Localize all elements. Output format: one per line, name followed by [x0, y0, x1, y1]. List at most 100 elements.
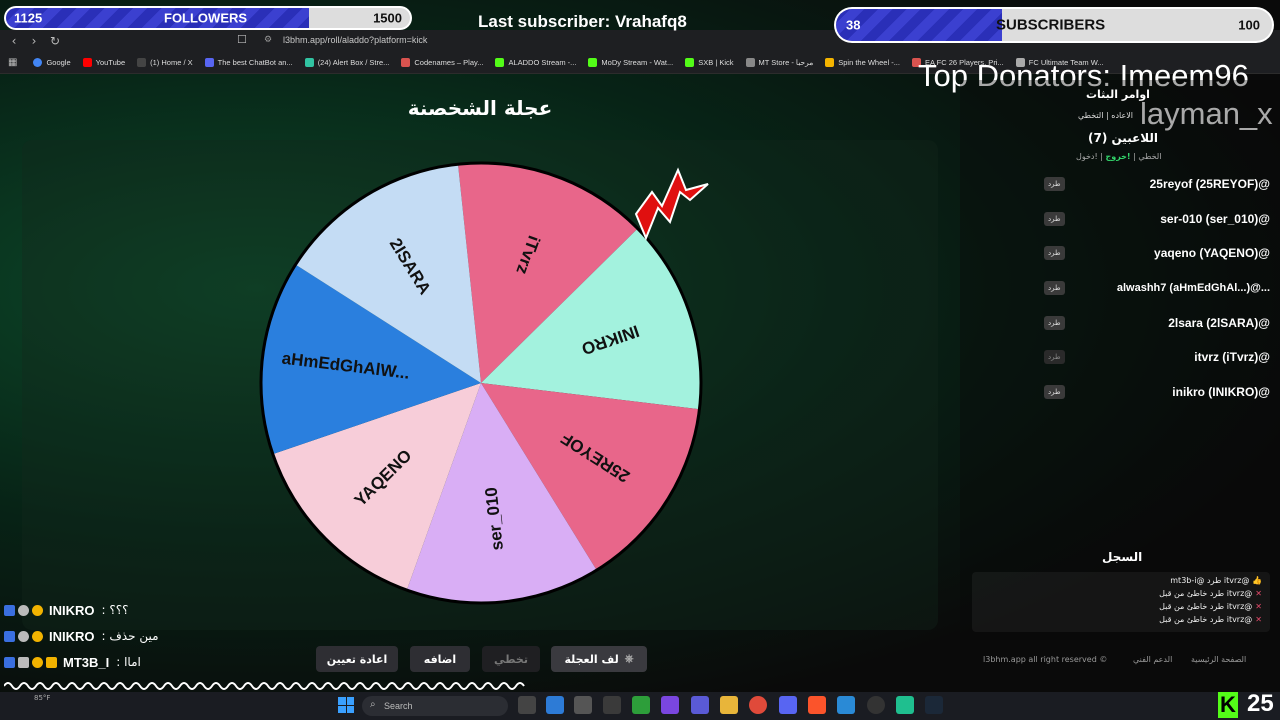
badge-icon: [4, 656, 15, 668]
bookmark-item[interactable]: (24) Alert Box / Stre...: [299, 58, 396, 67]
taskview-icon[interactable]: [518, 696, 536, 714]
folder-icon[interactable]: [720, 696, 738, 714]
kick-button[interactable]: طرد: [1044, 177, 1065, 191]
kick-button[interactable]: طرد: [1044, 246, 1065, 260]
kick-button[interactable]: طرد: [1044, 350, 1065, 364]
weather-widget[interactable]: 85°F: [34, 694, 50, 702]
bookmark-item[interactable]: MoDy Stream - Wat...: [582, 58, 679, 67]
bookmark-favicon-icon: [137, 58, 147, 67]
player-name: ser-010 (ser_010)@: [1160, 212, 1270, 226]
apps-grid-icon[interactable]: ▦: [8, 57, 17, 68]
app-icon[interactable]: [574, 696, 592, 714]
reset-button[interactable]: اعادة تعيين: [316, 646, 398, 672]
cross-icon: ✕: [1255, 589, 1262, 598]
chrome-icon[interactable]: [749, 696, 767, 714]
badge-icon: [4, 630, 15, 642]
subscribers-current: 38: [846, 17, 861, 33]
player-name: yaqeno (YAQENO)@: [1154, 246, 1270, 260]
player-row: طرد alwashh7 (aHmEdGhAl...)@...: [1044, 279, 1270, 297]
page-title: عجلة الشخصنة: [407, 96, 553, 120]
obs-icon[interactable]: [867, 696, 885, 714]
player-row: طرد inikro (INIKRO)@: [1044, 383, 1270, 401]
discord-icon[interactable]: [779, 696, 797, 714]
bookmark-item[interactable]: Spin the Wheel -...: [819, 58, 906, 67]
bookmark-favicon-icon: [825, 58, 835, 67]
app-icon[interactable]: [837, 696, 855, 714]
player-name: 25reyof (25REYOF)@: [1149, 177, 1270, 191]
steam-icon[interactable]: [925, 696, 943, 714]
taskbar-search-input[interactable]: ⌕ Search: [362, 696, 508, 716]
app-icon[interactable]: [661, 696, 679, 714]
url-field[interactable]: l3bhm.app/roll/aladdo?platform=kick: [283, 35, 427, 45]
last-subscriber: Last subscriber: Vrahafq8: [478, 12, 687, 31]
site-info-icon[interactable]: ⚙: [264, 35, 272, 45]
bookmark-favicon-icon: [745, 58, 755, 67]
subscribers-goal-track: 38 SUBSCRIBERS 100: [836, 9, 1272, 41]
subscribers-goal-bar: 38 SUBSCRIBERS 100: [834, 7, 1274, 43]
chat-username: INIKRO: [49, 628, 95, 644]
followers-goal-track: 1125 FOLLOWERS 1500: [6, 8, 410, 28]
log-entry: طرد خاطئ من قبل itvrz@ ✕: [1159, 589, 1262, 598]
kick-logo: K: [1218, 692, 1238, 718]
badge-icon: [32, 656, 43, 668]
kick-button[interactable]: طرد: [1044, 212, 1065, 226]
followers-label: FOLLOWERS: [164, 10, 248, 26]
bookmark-item[interactable]: Codenames – Play...: [395, 58, 489, 67]
bookmark-favicon-icon: [588, 58, 598, 67]
kick-button[interactable]: طرد: [1044, 281, 1065, 295]
chat-username: MT3B_I: [63, 654, 110, 670]
viewer-counter: 25: [1247, 690, 1274, 717]
bookmark-item[interactable]: (1) Home / X: [131, 58, 199, 67]
add-button[interactable]: اضافه: [410, 646, 470, 672]
player-name: inikro (INIKRO)@: [1172, 385, 1270, 399]
bookmark-item[interactable]: YouTube: [77, 58, 131, 67]
players-title: اللاعبين (7): [1088, 131, 1159, 145]
spin-icon: ⎈: [624, 652, 634, 665]
forward-icon[interactable]: ›: [24, 31, 44, 51]
player-row: طرد ser-010 (ser_010)@: [1044, 210, 1270, 228]
skip-button[interactable]: تخطي: [482, 646, 540, 672]
chat-message: INIKRO : مين حذف: [4, 627, 159, 645]
bookmark-favicon-icon: [401, 58, 411, 67]
bookmark-item[interactable]: SXB | Kick: [679, 58, 739, 67]
audio-wave-icon: [4, 682, 525, 690]
bookmark-item[interactable]: Google: [27, 58, 76, 67]
player-name: itvrz (iTvrz)@: [1194, 350, 1270, 364]
cross-icon: ✕: [1255, 602, 1262, 611]
cross-icon: ✕: [1255, 615, 1262, 624]
bookmark-item[interactable]: The best ChatBot an...: [199, 58, 299, 67]
footer-home-link[interactable]: الصفحة الرئيسية: [1191, 655, 1246, 664]
badge-icon: [4, 604, 15, 616]
brave-icon[interactable]: [808, 696, 826, 714]
badge-icon: [32, 604, 43, 616]
app-icon[interactable]: [896, 696, 914, 714]
spin-button[interactable]: لف العجلة ⎈: [551, 646, 647, 672]
xbox-icon[interactable]: [632, 696, 650, 714]
back-icon[interactable]: ‹: [4, 31, 24, 51]
start-button[interactable]: [338, 697, 354, 713]
player-name: alwashh7 (aHmEdGhAl...)@...: [1116, 282, 1270, 294]
bookmark-item[interactable]: ALADDO Stream -...: [489, 58, 582, 67]
bookmark-item[interactable]: MT Store - مرحبا: [740, 58, 820, 67]
reload-icon[interactable]: ↻: [45, 31, 65, 51]
chat-message: MT3B_I : اماا: [4, 653, 141, 671]
legend-join: !دخول: [1076, 152, 1098, 161]
app-icon[interactable]: [546, 696, 564, 714]
kick-button[interactable]: طرد: [1044, 316, 1065, 330]
app-icon[interactable]: [603, 696, 621, 714]
bookmark-favicon-icon: [204, 58, 214, 67]
bookmark-favicon-icon: [685, 58, 695, 67]
log-box: mt3b-i@ طرد itvrz@ 👍 طرد خاطئ من قبل itv…: [972, 572, 1270, 632]
app-icon[interactable]: [691, 696, 709, 714]
search-icon: ⌕: [370, 699, 376, 710]
subscribers-goal-fill: [836, 9, 1002, 41]
crown-icon: [46, 656, 57, 668]
badge-icon: [18, 656, 29, 668]
bookmark-favicon-icon: [304, 58, 314, 67]
followers-goal-bar: 1125 FOLLOWERS 1500: [4, 6, 412, 30]
kick-button[interactable]: طرد: [1044, 385, 1065, 399]
badge-icon: [18, 604, 29, 616]
wheel-pointer-icon: [634, 167, 709, 241]
footer-support-link[interactable]: الدعم الفني: [1133, 655, 1172, 664]
bookmark-star-icon[interactable]: ☐: [237, 33, 247, 46]
